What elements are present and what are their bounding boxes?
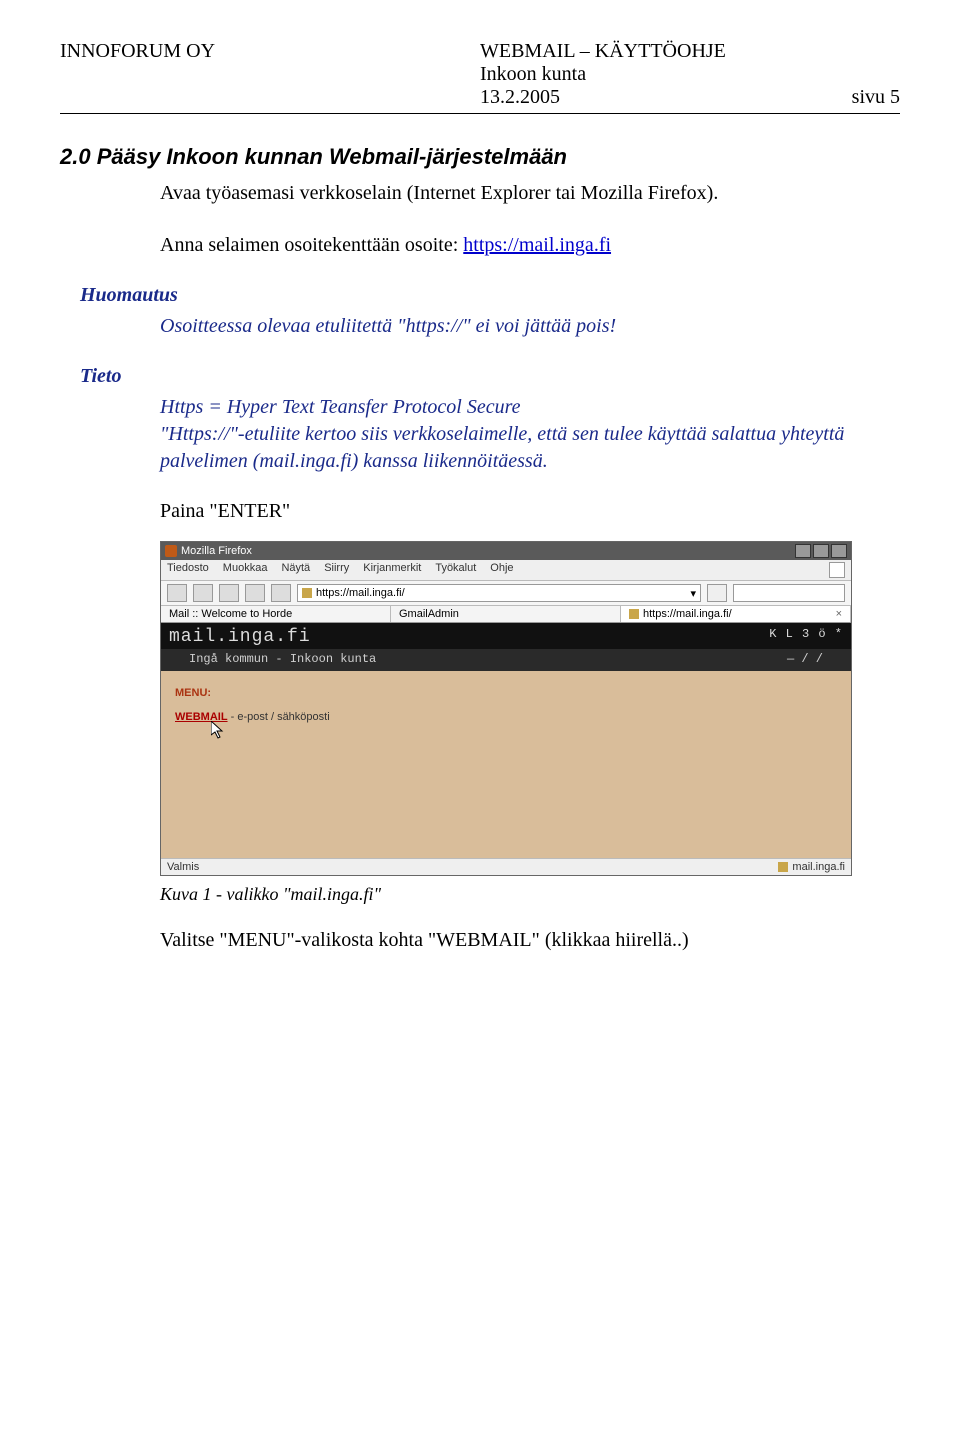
menu-view[interactable]: Näytä [281,562,310,578]
page-body: MENU: WEBMAIL - e-post / sähköposti [161,671,851,858]
tab-3[interactable]: https://mail.inga.fi/ × [621,606,851,622]
tab-1[interactable]: Mail :: Welcome to Horde [161,606,391,622]
banner-ascii-art: K L 3 ö * [769,627,843,641]
paragraph-2: Anna selaimen osoitekenttään osoite: htt… [160,232,900,259]
stop-button[interactable] [245,584,265,602]
browser-menubar: Tiedosto Muokkaa Näytä Siirry Kirjanmerk… [161,560,851,581]
menu-bookmarks[interactable]: Kirjanmerkit [363,562,421,578]
huomautus-title: Huomautus [80,284,900,307]
status-bar: Valmis mail.inga.fi [161,858,851,875]
forward-button[interactable] [193,584,213,602]
document-header: INNOFORUM OY WEBMAIL – KÄYTTÖOHJE Inkoon… [60,40,900,114]
lock-icon [302,588,312,598]
lock-icon [629,609,639,619]
header-rule [60,113,900,114]
status-left: Valmis [167,861,199,873]
header-title: WEBMAIL – KÄYTTÖOHJE [480,40,900,63]
header-page: sivu 5 [852,86,900,109]
tab-2[interactable]: GmailAdmin [391,606,621,622]
menu-item-webmail: WEBMAIL - e-post / sähköposti [161,707,851,727]
tieto-line2: "Https://"-etuliite kertoo siis verkkose… [160,421,900,475]
menu-heading: MENU: [161,671,851,707]
window-close-button[interactable] [831,544,847,558]
browser-toolbar: https://mail.inga.fi/ ▾ [161,581,851,606]
address-bar[interactable]: https://mail.inga.fi/ ▾ [297,584,701,602]
site-banner-sub: Ingå kommun - Inkoon kunta — / / [161,649,851,671]
tab-2-label: GmailAdmin [399,608,459,620]
header-company: INNOFORUM OY [60,40,480,63]
window-maximize-button[interactable] [813,544,829,558]
header-subtitle: Inkoon kunta [480,63,900,86]
back-button[interactable] [167,584,187,602]
figure-caption: Kuva 1 - valikko "mail.inga.fi" [160,884,900,905]
webmail-desc: - e-post / sähköposti [228,711,330,723]
reload-button[interactable] [219,584,239,602]
header-date: 13.2.2005 [480,86,560,109]
banner-sub-text: Ingå kommun - Inkoon kunta [189,652,376,666]
menu-tools[interactable]: Työkalut [435,562,476,578]
section-heading: 2.0 Pääsy Inkoon kunnan Webmail-järjeste… [60,144,900,170]
home-button[interactable] [271,584,291,602]
menu-file[interactable]: Tiedosto [167,562,209,578]
menu-edit[interactable]: Muokkaa [223,562,268,578]
tieto-title: Tieto [80,365,900,388]
go-button[interactable] [707,584,727,602]
dropdown-icon[interactable]: ▾ [690,587,696,600]
browser-tabs: Mail :: Welcome to Horde GmailAdmin http… [161,606,851,623]
site-banner: mail.inga.fi K L 3 ö * [161,623,851,649]
search-box[interactable] [733,584,845,602]
status-right: mail.inga.fi [792,861,845,873]
tab-3-label: https://mail.inga.fi/ [643,608,732,620]
paragraph-1: Avaa työasemasi verkkoselain (Internet E… [160,180,900,207]
tieto-line1: Https = Hyper Text Teansfer Protocol Sec… [160,394,900,421]
window-title: Mozilla Firefox [181,545,252,557]
mail-url-link[interactable]: https://mail.inga.fi [463,234,611,256]
press-enter-text: Paina "ENTER" [160,500,900,523]
browser-screenshot: Mozilla Firefox Tiedosto Muokkaa Näytä S… [160,541,852,876]
throbber-icon [829,562,845,578]
lock-icon [778,862,788,872]
close-tab-icon[interactable]: × [836,608,842,620]
final-instruction: Valitse "MENU"-valikosta kohta "WEBMAIL"… [160,929,900,952]
paragraph-2-prefix: Anna selaimen osoitekenttään osoite: [160,234,463,256]
huomautus-text: Osoitteessa olevaa etuliitettä "https://… [160,313,900,340]
address-bar-text: https://mail.inga.fi/ [316,587,405,599]
banner-ascii-art-2: — / / [787,652,823,666]
banner-domain: mail.inga.fi [169,627,311,647]
tab-1-label: Mail :: Welcome to Horde [169,608,292,620]
window-minimize-button[interactable] [795,544,811,558]
menu-help[interactable]: Ohje [490,562,513,578]
menu-go[interactable]: Siirry [324,562,349,578]
document-page: INNOFORUM OY WEBMAIL – KÄYTTÖOHJE Inkoon… [0,0,960,1448]
firefox-icon [165,545,177,557]
window-titlebar: Mozilla Firefox [161,542,851,560]
cursor-icon [211,721,225,739]
